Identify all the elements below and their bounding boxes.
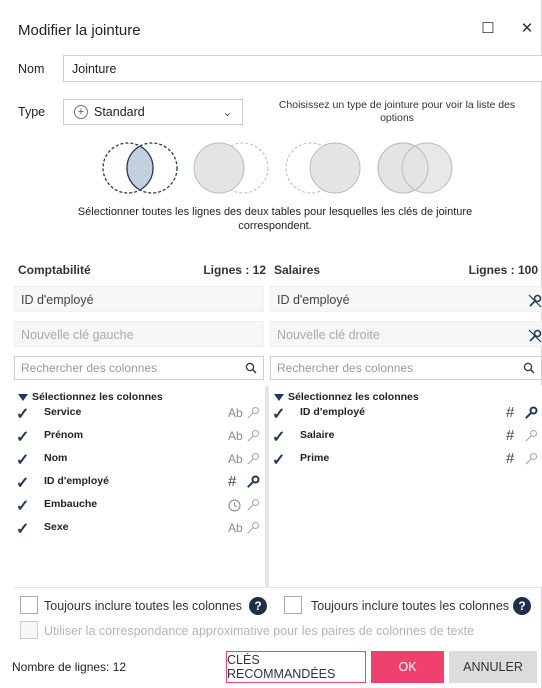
key-icon[interactable] [246, 498, 260, 512]
key-icon[interactable] [524, 452, 538, 466]
triangle-down-icon [274, 393, 284, 401]
column-row[interactable]: ✓ ID d'employé # [270, 404, 542, 427]
left-key-field[interactable]: ID d'employé [14, 286, 264, 312]
column-row[interactable]: ✓ Sexe Ab [14, 519, 264, 542]
left-columns-header: Sélectionnez les colonnes [32, 391, 163, 403]
checkmark-icon[interactable]: ✓ [16, 521, 36, 539]
join-type-hint: Choisissez un type de jointure pour voir… [278, 99, 516, 124]
right-row-count: Lignes : 100 [468, 263, 538, 277]
left-column-list: Sélectionnez les colonnes ✓ Service Ab ✓ Pré… [14, 386, 264, 588]
join-type-value: Standard [94, 105, 145, 119]
right-column-search[interactable]: Rechercher des colonnes [270, 356, 542, 380]
key-icon[interactable] [246, 521, 260, 535]
checkmark-icon[interactable]: ✓ [16, 429, 36, 447]
row-count-summary: Nombre de lignes: 12 [12, 660, 127, 674]
chevron-down-icon: ⌄ [222, 106, 232, 119]
help-icon[interactable]: ? [249, 597, 267, 615]
join-type-select[interactable]: + Standard ⌄ [63, 99, 243, 125]
include-all-left-label: Toujours inclure toutes les colonnes [44, 599, 243, 613]
text-type-icon: Ab [228, 406, 243, 420]
number-type-icon: # [228, 473, 237, 490]
checkmark-icon[interactable]: ✓ [272, 429, 292, 447]
column-row[interactable]: ✓ Service Ab [14, 404, 264, 427]
fuzzy-match-label: Utiliser la correspondance approximative… [44, 624, 475, 638]
search-icon [523, 362, 535, 374]
checkmark-icon[interactable]: ✓ [16, 406, 36, 424]
include-all-right-checkbox[interactable] [284, 596, 302, 614]
key-icon[interactable] [246, 452, 260, 466]
right-search-placeholder: Rechercher des colonnes [277, 361, 414, 375]
column-name: Sexe [44, 521, 69, 533]
key-icon[interactable] [246, 406, 260, 420]
nom-label: Nom [18, 62, 45, 76]
column-row[interactable]: ✓ Embauche [14, 496, 264, 519]
column-row[interactable]: ✓ ID d'employé # [14, 473, 264, 496]
ok-button[interactable]: OK [371, 651, 444, 683]
checkmark-icon[interactable]: ✓ [16, 452, 36, 470]
right-join-icon[interactable] [283, 140, 363, 196]
column-name: Prénom [44, 429, 84, 441]
help-icon[interactable]: ? [513, 597, 531, 615]
dialog-title: Modifier la jointure [18, 22, 141, 39]
plus-circle-icon: + [74, 105, 88, 119]
panel-divider [265, 386, 269, 588]
number-type-icon: # [506, 404, 515, 421]
column-name: Prime [300, 452, 330, 464]
search-icon [245, 362, 257, 374]
type-label: Type [18, 105, 46, 119]
clock-icon [228, 499, 241, 515]
remove-key-icon[interactable] [528, 294, 542, 308]
right-columns-header: Sélectionnez les colonnes [288, 391, 419, 403]
cancel-button[interactable]: ANNULER [449, 651, 537, 683]
right-key-field[interactable]: ID d'employé [270, 286, 542, 312]
inner-join-icon[interactable] [100, 140, 180, 196]
text-type-icon: Ab [228, 521, 243, 535]
recommended-keys-button[interactable]: CLÉS RECOMMANDÉES [226, 651, 366, 683]
include-all-right-label: Toujours inclure toutes les colonnes [311, 599, 510, 613]
left-row-count: Lignes : 12 [203, 263, 266, 277]
right-table-name: Salaires [274, 263, 321, 277]
checkmark-icon[interactable]: ✓ [16, 475, 36, 493]
column-name: ID d'employé [300, 406, 365, 418]
new-left-key-field[interactable]: Nouvelle clé gauche [14, 321, 264, 347]
left-column-search[interactable]: Rechercher des colonnes [14, 356, 264, 380]
column-row[interactable]: ✓ Nom Ab [14, 450, 264, 473]
fuzzy-match-checkbox[interactable] [20, 621, 38, 639]
checkmark-icon[interactable]: ✓ [272, 452, 292, 470]
include-all-left-checkbox[interactable] [20, 596, 38, 614]
number-type-icon: # [506, 427, 515, 444]
column-row[interactable]: ✓ Prénom Ab [14, 427, 264, 450]
checkmark-icon[interactable]: ✓ [16, 498, 36, 516]
column-name: Nom [44, 452, 68, 464]
column-name: ID d'employé [44, 475, 109, 487]
full-join-icon[interactable] [375, 140, 455, 196]
left-search-placeholder: Rechercher des colonnes [21, 361, 158, 375]
column-row[interactable]: ✓ Salaire # [270, 427, 542, 450]
new-right-key-field[interactable]: Nouvelle clé droite [270, 321, 542, 347]
maximize-button[interactable]: ☐ [478, 18, 498, 38]
key-icon[interactable] [524, 406, 538, 420]
column-row[interactable]: ✓ Prime # [270, 450, 542, 473]
text-type-icon: Ab [228, 452, 243, 466]
number-type-icon: # [506, 450, 515, 467]
text-type-icon: Ab [228, 429, 243, 443]
key-icon[interactable] [524, 429, 538, 443]
join-description: Sélectionner toutes les lignes des deux … [77, 206, 473, 232]
key-icon[interactable] [246, 475, 260, 489]
left-table-name: Comptabilité [18, 263, 91, 277]
right-column-list: Sélectionnez les colonnes ✓ ID d'employé #… [270, 386, 542, 588]
edit-join-dialog: Modifier la jointure ☐ ✕ Nom Jointure Ty… [0, 0, 542, 688]
nom-input[interactable]: Jointure [63, 55, 542, 82]
left-join-icon[interactable] [191, 140, 271, 196]
triangle-down-icon [18, 393, 28, 401]
key-icon[interactable] [246, 429, 260, 443]
column-name: Service [44, 406, 82, 418]
left-columns-toggle[interactable]: Sélectionnez les colonnes [14, 390, 264, 404]
remove-key-icon[interactable] [528, 329, 542, 343]
checkmark-icon[interactable]: ✓ [272, 406, 292, 424]
column-name: Salaire [300, 429, 335, 441]
right-columns-toggle[interactable]: Sélectionnez les colonnes [270, 390, 542, 404]
close-button[interactable]: ✕ [517, 18, 537, 38]
column-name: Embauche [44, 498, 98, 510]
